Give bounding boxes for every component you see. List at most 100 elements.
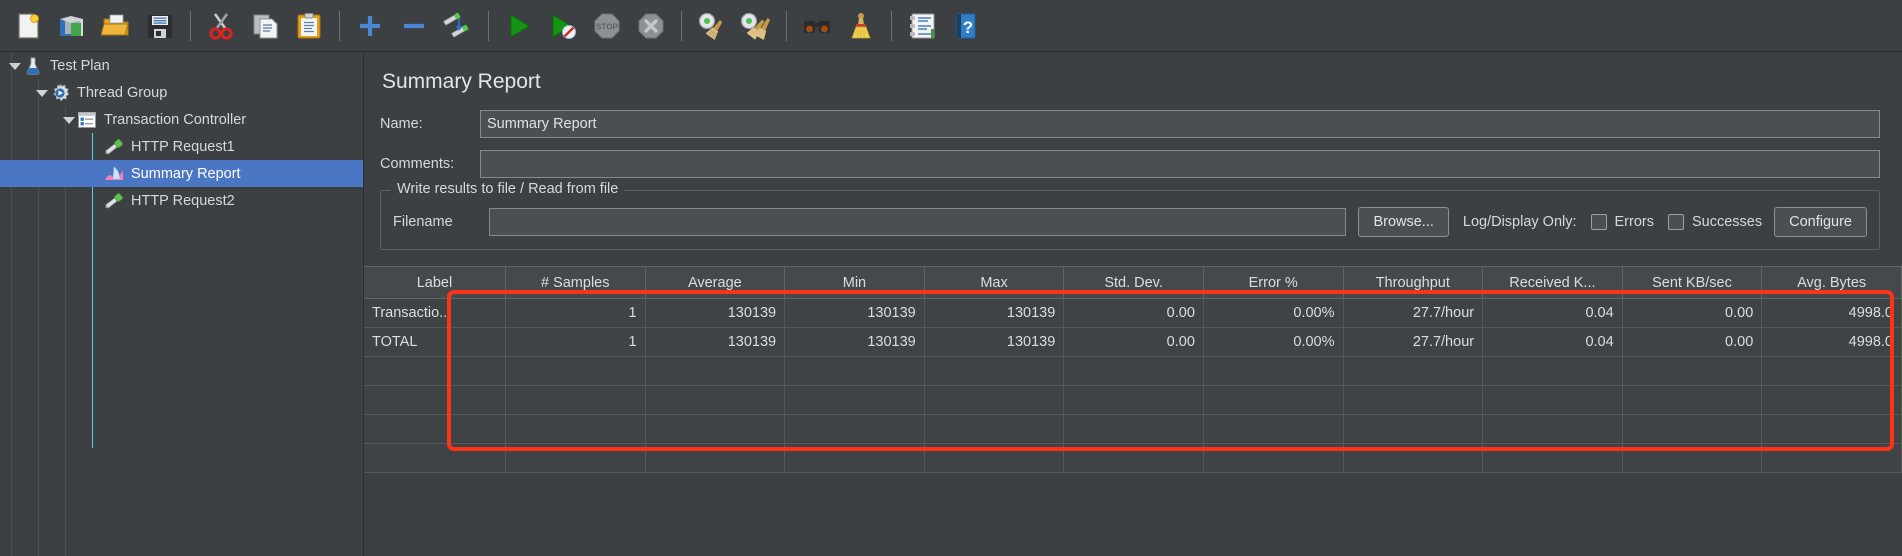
tree-item-http-request1[interactable]: HTTP Request1 (0, 133, 363, 160)
search-icon[interactable] (795, 4, 839, 48)
column-header-average[interactable]: Average (645, 266, 786, 299)
toggle-icon[interactable] (436, 4, 480, 48)
table-cell-empty[interactable] (1343, 356, 1484, 386)
paste-icon[interactable] (287, 4, 331, 48)
successes-checkbox[interactable] (1668, 214, 1684, 230)
table-cell-empty[interactable] (924, 385, 1065, 415)
column-header-error[interactable]: Error % (1203, 266, 1344, 299)
table-cell-min[interactable]: 130139 (784, 298, 925, 328)
tree-item-thread-group[interactable]: Thread Group (0, 79, 363, 106)
table-cell-empty[interactable] (1482, 414, 1623, 444)
filename-input[interactable] (489, 208, 1347, 236)
table-cell-average[interactable]: 130139 (645, 327, 786, 357)
table-cell-label[interactable]: TOTAL (364, 327, 506, 357)
table-cell-empty[interactable] (784, 414, 925, 444)
column-header-throughput[interactable]: Throughput (1343, 266, 1484, 299)
table-cell-std-dev[interactable]: 0.00 (1063, 327, 1204, 357)
table-cell-avg-bytes[interactable]: 4998.0 (1761, 327, 1902, 357)
table-row[interactable]: TOTAL 1 130139 130139 130139 0.00 0.00% 27.7/ho… (364, 327, 1902, 357)
tree-item-test-plan[interactable]: Test Plan (0, 52, 363, 79)
help-icon[interactable]: ? (944, 4, 988, 48)
table-cell-empty[interactable] (364, 443, 506, 473)
column-header-std-dev[interactable]: Std. Dev. (1063, 266, 1204, 299)
column-header-max[interactable]: Max (924, 266, 1065, 299)
tree-item-transaction-controller[interactable]: Transaction Controller (0, 106, 363, 133)
table-cell-empty[interactable] (1761, 443, 1902, 473)
table-cell-empty[interactable] (1203, 443, 1344, 473)
errors-checkbox-wrap[interactable]: Errors (1590, 214, 1654, 230)
table-cell-empty[interactable] (364, 356, 506, 386)
clear-all-icon[interactable] (734, 4, 778, 48)
column-header--samples[interactable]: # Samples (505, 266, 646, 299)
table-cell-empty[interactable] (1622, 443, 1763, 473)
table-cell-error[interactable]: 0.00% (1203, 298, 1344, 328)
configure-button[interactable]: Configure (1774, 207, 1867, 237)
table-cell-empty[interactable] (1622, 356, 1763, 386)
name-input[interactable] (480, 110, 1880, 138)
table-row-empty[interactable] (364, 385, 1902, 415)
table-cell-empty[interactable] (1482, 443, 1623, 473)
cut-icon[interactable] (199, 4, 243, 48)
table-cell-empty[interactable] (1482, 385, 1623, 415)
table-cell-max[interactable]: 130139 (924, 298, 1065, 328)
table-cell-empty[interactable] (1203, 356, 1344, 386)
table-cell-empty[interactable] (1343, 443, 1484, 473)
expand-all-icon[interactable] (348, 4, 392, 48)
stop-icon[interactable]: STOP (585, 4, 629, 48)
new-icon[interactable] (6, 4, 50, 48)
table-cell-empty[interactable] (1761, 385, 1902, 415)
table-cell-empty[interactable] (505, 385, 646, 415)
column-header-received-k[interactable]: Received K... (1482, 266, 1623, 299)
table-cell-empty[interactable] (645, 443, 786, 473)
table-row-empty[interactable] (364, 356, 1902, 386)
table-cell-empty[interactable] (645, 356, 786, 386)
save-icon[interactable] (138, 4, 182, 48)
table-cell-empty[interactable] (1343, 414, 1484, 444)
table-cell-empty[interactable] (1622, 385, 1763, 415)
clear-icon[interactable] (690, 4, 734, 48)
copy-icon[interactable] (243, 4, 287, 48)
table-cell-empty[interactable] (1343, 385, 1484, 415)
errors-checkbox[interactable] (1590, 214, 1607, 230)
templates-icon[interactable] (50, 4, 94, 48)
table-cell-empty[interactable] (924, 443, 1065, 473)
shutdown-icon[interactable] (629, 4, 673, 48)
table-row-empty[interactable] (364, 414, 1902, 444)
start-no-pauses-icon[interactable] (541, 4, 585, 48)
table-cell-error[interactable]: 0.00% (1203, 327, 1344, 357)
table-cell-empty[interactable] (1063, 385, 1204, 415)
table-cell-label[interactable]: Transactio... (364, 298, 506, 328)
table-cell-empty[interactable] (1761, 414, 1902, 444)
table-cell--samples[interactable]: 1 (505, 298, 646, 328)
table-cell-avg-bytes[interactable]: 4998.0 (1761, 298, 1902, 328)
table-cell-empty[interactable] (1622, 414, 1763, 444)
chevron-down-icon[interactable] (62, 113, 76, 127)
table-cell-empty[interactable] (1761, 356, 1902, 386)
table-cell-empty[interactable] (1063, 356, 1204, 386)
table-cell-empty[interactable] (505, 414, 646, 444)
table-cell-empty[interactable] (364, 385, 506, 415)
column-header-min[interactable]: Min (784, 266, 925, 299)
table-cell-empty[interactable] (1063, 443, 1204, 473)
tree-item-summary-report[interactable]: Summary Report (0, 160, 363, 187)
table-cell-empty[interactable] (1482, 356, 1623, 386)
collapse-all-icon[interactable] (392, 4, 436, 48)
table-row-empty[interactable] (364, 443, 1902, 473)
table-cell-sent-kb-sec[interactable]: 0.00 (1622, 298, 1763, 328)
chevron-down-icon[interactable] (8, 59, 22, 73)
test-plan-tree[interactable]: Test Plan Thread Group Transaction Control… (0, 52, 364, 556)
chevron-down-icon[interactable] (35, 86, 49, 100)
table-cell-empty[interactable] (924, 356, 1065, 386)
table-cell-throughput[interactable]: 27.7/hour (1343, 298, 1484, 328)
table-cell-max[interactable]: 130139 (924, 327, 1065, 357)
reset-search-icon[interactable] (839, 4, 883, 48)
table-cell-throughput[interactable]: 27.7/hour (1343, 327, 1484, 357)
column-header-avg-bytes[interactable]: Avg. Bytes (1761, 266, 1902, 299)
table-cell-empty[interactable] (924, 414, 1065, 444)
table-cell-received-k[interactable]: 0.04 (1482, 327, 1623, 357)
table-cell-empty[interactable] (645, 414, 786, 444)
table-cell-average[interactable]: 130139 (645, 298, 786, 328)
table-cell-sent-kb-sec[interactable]: 0.00 (1622, 327, 1763, 357)
table-header-row[interactable]: Label # Samples Average Min Max Std. Dev. Erro… (364, 266, 1902, 299)
table-cell-empty[interactable] (1203, 414, 1344, 444)
